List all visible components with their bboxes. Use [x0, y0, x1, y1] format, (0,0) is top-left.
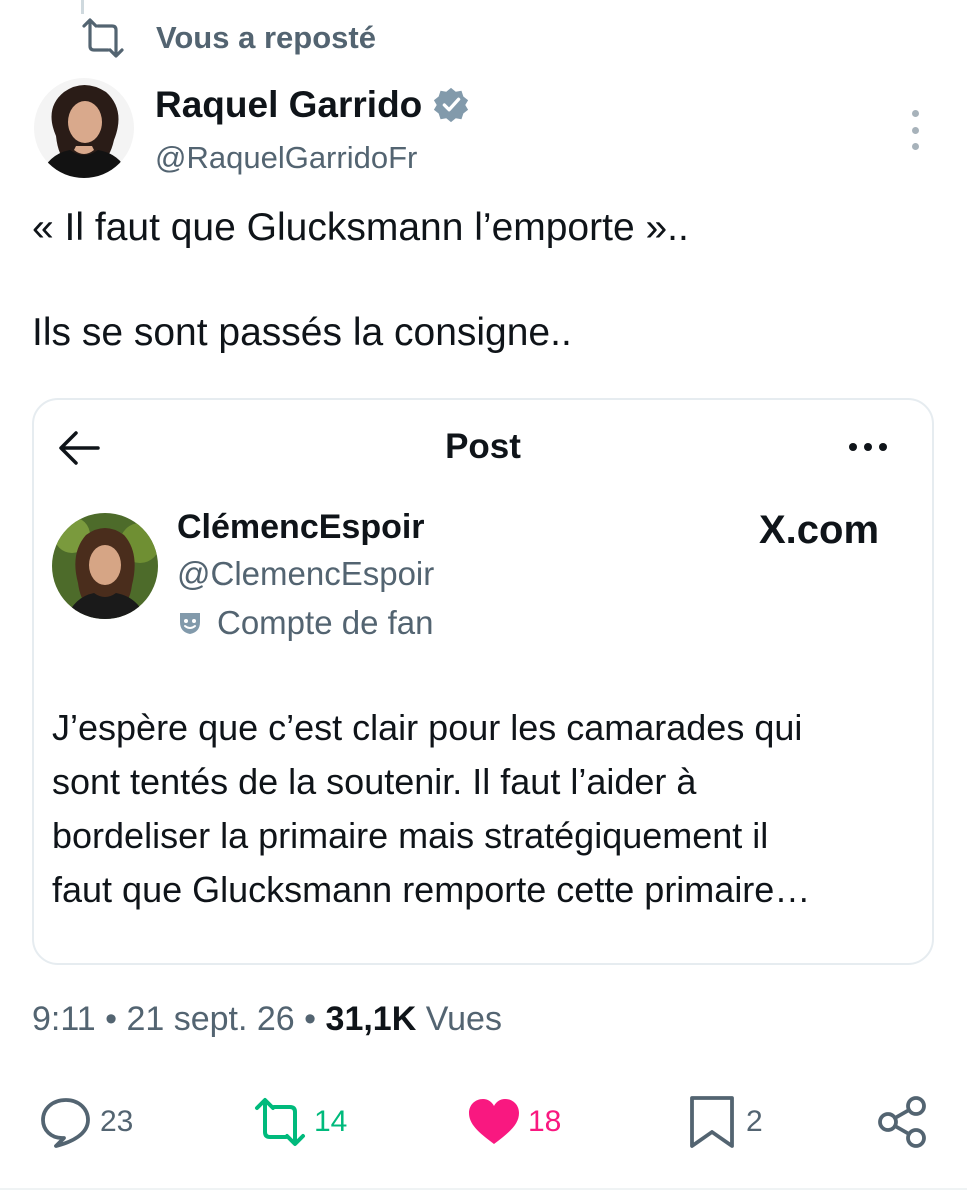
repost-icon — [255, 1098, 305, 1146]
author-avatar[interactable] — [34, 78, 134, 178]
quoted-avatar — [52, 513, 158, 619]
quoted-name: ClémencEspoir — [177, 508, 425, 546]
reply-button[interactable]: 23 — [38, 1094, 133, 1150]
repost-label: Vous a reposté — [156, 20, 376, 55]
views-label: Vues — [425, 1000, 502, 1038]
author-name[interactable]: Raquel Garrido — [155, 84, 470, 126]
bookmark-button[interactable]: 2 — [684, 1094, 763, 1150]
more-horizontal-icon — [849, 443, 887, 451]
thread-connector — [81, 0, 84, 14]
more-vertical-icon[interactable] — [900, 110, 930, 150]
verified-badge-icon — [434, 87, 469, 123]
quoted-text-line: sont tentés de la soutenir. Il faut l’ai… — [52, 761, 697, 802]
repost-icon — [82, 18, 124, 58]
tweet-time[interactable]: 9:11 — [32, 1000, 96, 1038]
quoted-text-line: J’espère que c’est clair pour les camara… — [52, 707, 803, 748]
fan-account-text: Compte de fan — [217, 604, 434, 641]
bookmark-icon — [690, 1096, 734, 1148]
share-icon — [878, 1096, 926, 1148]
fan-mask-icon — [180, 613, 200, 634]
meta-separator: • — [105, 1000, 118, 1038]
repost-count: 14 — [314, 1105, 348, 1138]
views-count: 31,1K — [325, 1000, 417, 1038]
reply-count: 23 — [100, 1105, 134, 1138]
tweet-metadata: 9:11 • 21 sept. 26 • 31,1K Vues — [32, 1000, 502, 1039]
x-com-watermark: X.com — [759, 508, 880, 552]
tweet-text-line: « Il faut que Glucksmann l’emporte ».. — [32, 206, 689, 249]
like-count: 18 — [528, 1105, 562, 1138]
divider — [0, 1188, 967, 1190]
reply-icon — [41, 1098, 90, 1148]
like-button[interactable]: 18 — [466, 1094, 561, 1150]
tweet-date[interactable]: 21 sept. 26 — [126, 1000, 294, 1038]
post-header-title: Post — [445, 427, 521, 466]
meta-separator: • — [304, 1000, 317, 1038]
tweet-text-line: Ils se sont passés la consigne.. — [32, 311, 572, 354]
quoted-text-line: faut que Glucksmann remporte cette prima… — [52, 869, 811, 910]
like-icon — [469, 1099, 519, 1144]
quoted-screenshot-card[interactable]: Post ClémencEspoir @ClemencEspoir Compte… — [32, 398, 934, 965]
author-handle[interactable]: @RaquelGarridoFr — [155, 140, 417, 176]
repost-context[interactable]: Vous a reposté — [80, 16, 376, 60]
share-button[interactable] — [876, 1094, 932, 1150]
quoted-text-line: bordeliser la primaire mais stratégiquem… — [52, 815, 769, 856]
repost-button[interactable]: 14 — [252, 1094, 347, 1150]
bookmark-count: 2 — [746, 1105, 763, 1138]
quoted-handle: @ClemencEspoir — [177, 555, 435, 592]
author-name-text: Raquel Garrido — [155, 84, 423, 125]
fan-account-label: Compte de fan — [177, 604, 433, 642]
